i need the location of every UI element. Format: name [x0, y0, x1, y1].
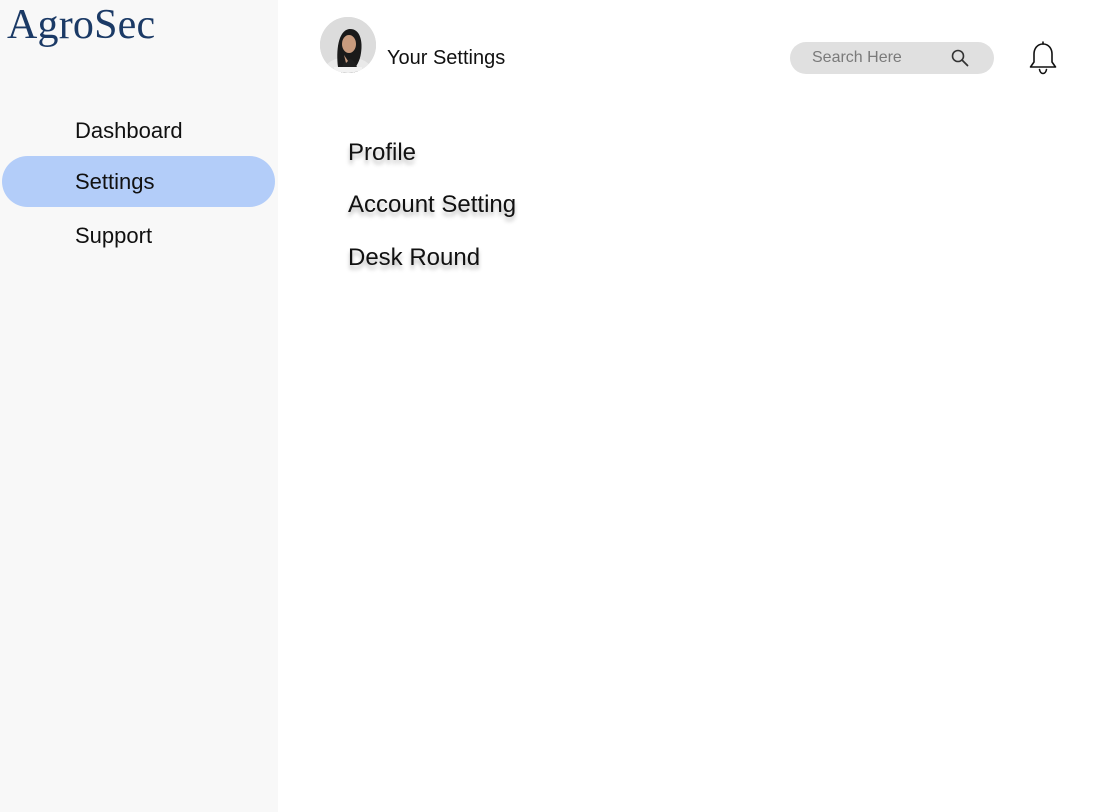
- settings-link-account-setting[interactable]: Account Setting: [348, 190, 516, 220]
- sidebar-item-label: Dashboard: [75, 117, 183, 143]
- settings-link-desk-round[interactable]: Desk Round: [348, 243, 480, 273]
- bell-icon[interactable]: [1027, 41, 1059, 75]
- search-input[interactable]: [812, 49, 942, 67]
- sidebar-item-dashboard[interactable]: Dashboard: [2, 105, 275, 156]
- sidebar-item-label: Support: [75, 222, 153, 248]
- settings-link-profile[interactable]: Profile: [348, 138, 416, 168]
- page-title: Your Settings: [387, 47, 506, 69]
- brand-logo[interactable]: AgroSec: [7, 2, 155, 48]
- user-avatar-icon: [320, 17, 376, 73]
- sidebar-item-support[interactable]: Support: [2, 210, 275, 261]
- app-window: AgroSec Dashboard Settings Support Your …: [0, 0, 1119, 812]
- avatar[interactable]: [320, 17, 376, 73]
- sidebar-item-label: Settings: [75, 168, 155, 194]
- sidebar-item-settings[interactable]: Settings: [2, 156, 275, 207]
- search-bar: [790, 42, 994, 74]
- sidebar: AgroSec Dashboard Settings Support: [0, 0, 278, 812]
- search-icon[interactable]: [950, 48, 970, 68]
